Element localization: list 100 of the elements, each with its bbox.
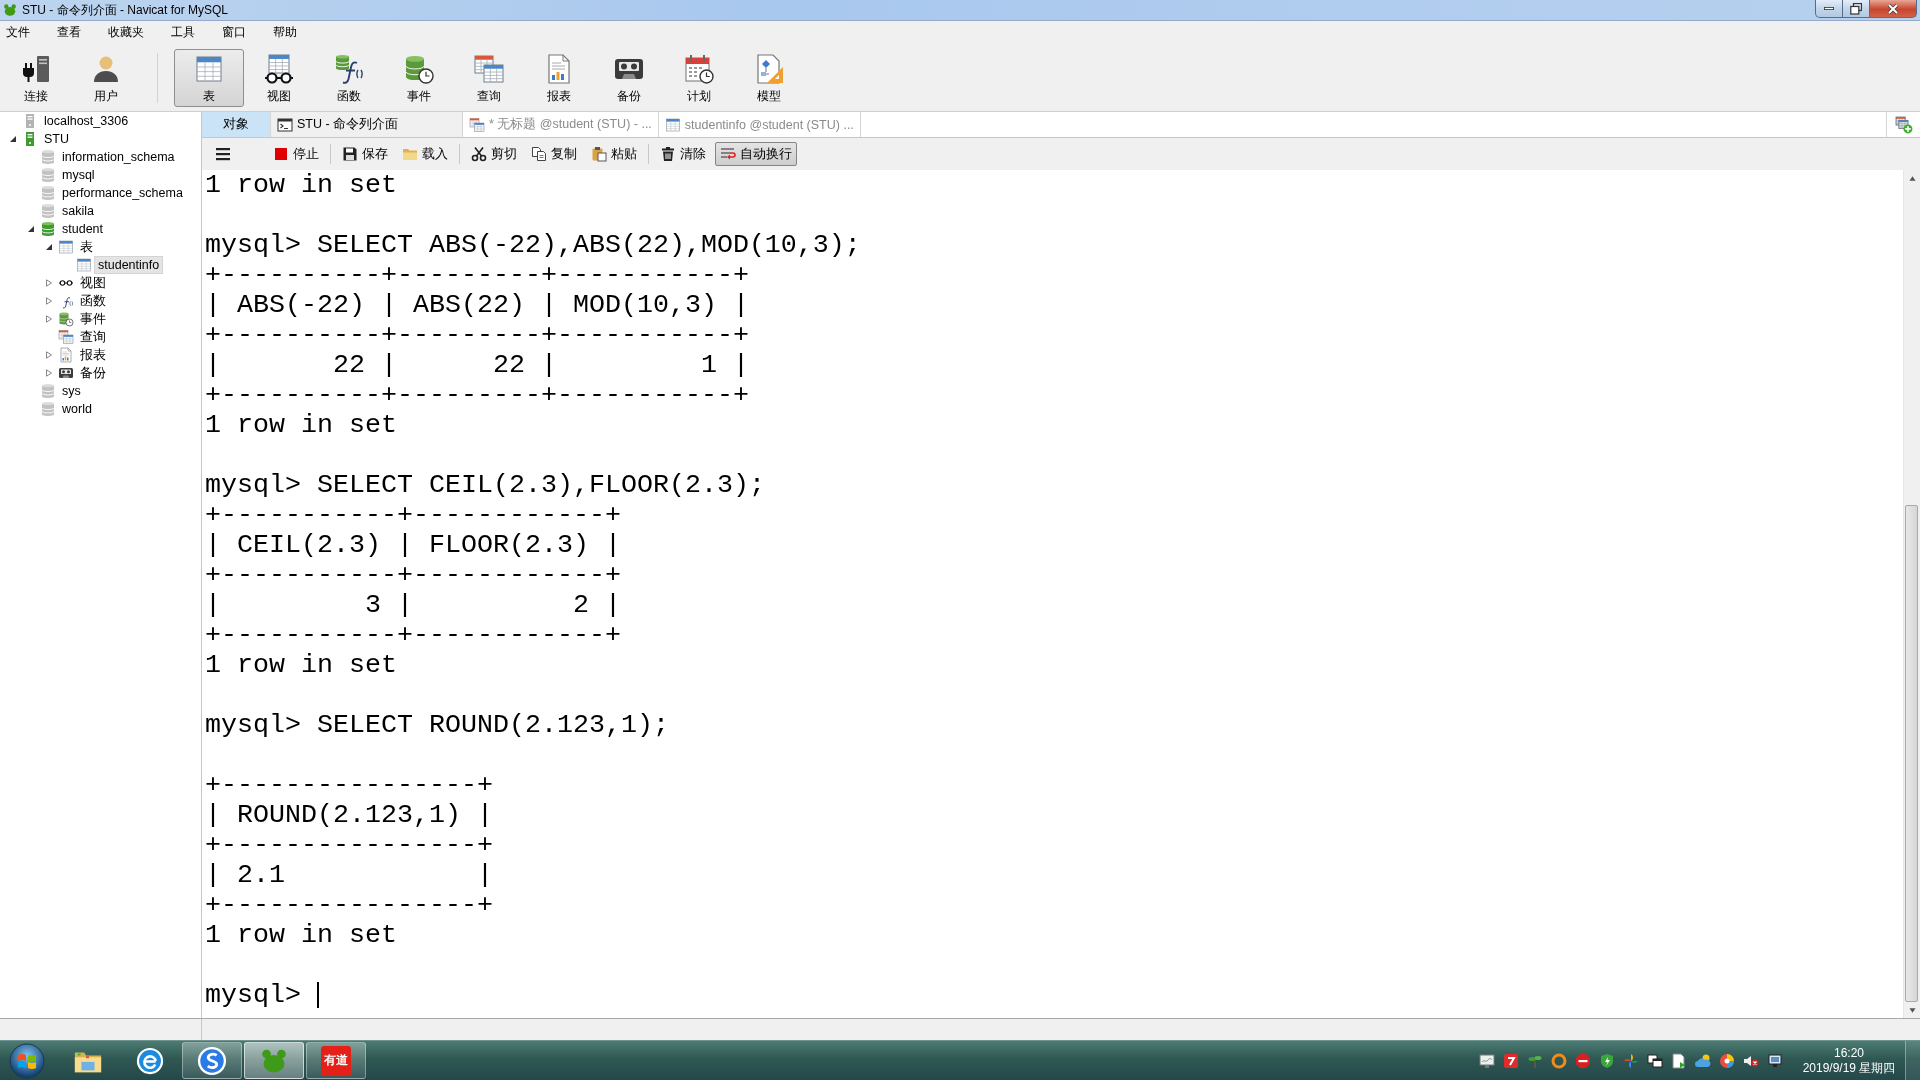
tree-item[interactable]: student	[58, 220, 107, 238]
network-icon[interactable]	[1767, 1052, 1783, 1069]
tree-item[interactable]: 表	[76, 238, 97, 256]
tree-item[interactable]: 备份	[76, 364, 110, 382]
restore-button[interactable]	[1842, 0, 1870, 18]
wrap-lines-icon	[720, 146, 736, 162]
database-function-icon	[333, 52, 365, 85]
tree-item[interactable]: localhost_3306	[40, 112, 133, 130]
cut-button[interactable]: 剪切	[466, 142, 522, 166]
minimize-button[interactable]	[1815, 0, 1843, 18]
tree-item[interactable]: sakila	[58, 202, 98, 220]
tree-item[interactable]: STU	[40, 130, 73, 148]
console-line: | 22 | 22 | 1 |	[205, 350, 749, 380]
view-button[interactable]: 视图	[244, 48, 314, 107]
tree-item[interactable]: mysql	[58, 166, 99, 184]
stop-button[interactable]: 停止	[268, 142, 324, 166]
console-line: 1 row in set	[205, 170, 397, 200]
menu-item[interactable]: 查看	[57, 24, 81, 41]
documents-icon	[531, 146, 547, 162]
console-line: 1 row in set	[205, 410, 397, 440]
chart-document-icon	[58, 347, 74, 363]
trash-icon	[660, 146, 676, 162]
menu-icon	[215, 146, 231, 162]
menu-item[interactable]: 文件	[6, 24, 30, 41]
console-line: | 2.1 |	[205, 860, 493, 890]
paste-button[interactable]: 粘贴	[586, 142, 642, 166]
caret-down-icon	[1908, 1007, 1916, 1014]
tree-item[interactable]: information_schema	[58, 148, 179, 166]
console-line: +----------------+	[205, 770, 493, 800]
stop-sign-icon[interactable]	[1575, 1052, 1591, 1069]
tree-item[interactable]: studentinfo	[94, 256, 164, 274]
folder-icon	[402, 146, 418, 162]
menu-item[interactable]: 帮助	[273, 24, 297, 41]
backup-button[interactable]: 备份	[594, 48, 664, 107]
tab[interactable]: STU - 命令列介面	[271, 112, 463, 137]
wrap-button[interactable]: 自动换行	[715, 142, 797, 166]
console-line: | 3 | 2 |	[205, 590, 621, 620]
e-circle-icon	[136, 1046, 164, 1075]
taskbar-button[interactable]: 有道	[306, 1042, 366, 1079]
user-button[interactable]: 用户	[71, 48, 141, 107]
console-line: | CEIL(2.3) | FLOOR(2.3) |	[205, 530, 621, 560]
tree-item[interactable]: sys	[58, 382, 85, 400]
menu-item[interactable]: 收藏夹	[108, 24, 144, 41]
copy-button[interactable]: 复制	[526, 142, 582, 166]
database-clock-icon	[58, 311, 74, 327]
show-desktop-button[interactable]	[1905, 1041, 1920, 1080]
app-tile-icon[interactable]	[1503, 1052, 1519, 1069]
save-button[interactable]: 保存	[337, 142, 393, 166]
menu-item[interactable]: 窗口	[222, 24, 246, 41]
clock-time: 16:20	[1834, 1045, 1864, 1061]
console-line: +----------+---------+-----------+	[205, 320, 749, 350]
model-button[interactable]: 模型	[734, 48, 804, 107]
schedule-button[interactable]: 计划	[664, 48, 734, 107]
close-button[interactable]	[1869, 0, 1917, 18]
monitor-icon[interactable]	[1479, 1052, 1495, 1069]
cassette-icon	[58, 365, 74, 381]
windows-pair-icon[interactable]	[1647, 1052, 1663, 1069]
ring-icon[interactable]	[1551, 1052, 1567, 1069]
query-button[interactable]: 查询	[454, 48, 524, 107]
load-button[interactable]: 载入	[397, 142, 453, 166]
tree-item[interactable]: 查询	[76, 328, 110, 346]
minimize-icon	[1824, 7, 1834, 10]
shield-icon[interactable]	[1599, 1052, 1615, 1069]
console-line: +----------+---------+-----------+	[205, 260, 749, 290]
tree-item[interactable]: 事件	[76, 310, 110, 328]
vertical-scrollbar[interactable]	[1903, 170, 1920, 1018]
tree-item[interactable]: world	[58, 400, 96, 418]
connection-button[interactable]: 连接	[1, 48, 71, 107]
calendar-clock-icon	[683, 52, 715, 85]
caret-icon[interactable]	[45, 243, 53, 251]
console-line: mysql> SELECT ROUND(2.123,1);	[205, 710, 669, 740]
tree-item[interactable]: 视图	[76, 274, 110, 292]
clipboard-icon	[591, 146, 607, 162]
ball-icon[interactable]	[1719, 1052, 1735, 1069]
menu-item[interactable]: 工具	[171, 24, 195, 41]
clock-date: 2019/9/19 星期四	[1802, 1060, 1896, 1076]
tree-item[interactable]: 报表	[76, 346, 110, 364]
tab[interactable]: 对象	[202, 112, 271, 137]
event-button[interactable]: 事件	[384, 48, 454, 107]
clear-button[interactable]: 清除	[655, 142, 711, 166]
text-cursor	[317, 982, 319, 1008]
report-button[interactable]: 报表	[524, 48, 594, 107]
scrollbar-thumb[interactable]	[1905, 505, 1918, 1002]
orb-icon	[9, 1042, 45, 1079]
caret-icon[interactable]	[27, 225, 35, 233]
document-icon[interactable]	[1671, 1052, 1687, 1069]
tree-item[interactable]: 函数	[76, 292, 110, 310]
cloud-icon[interactable]	[1695, 1052, 1711, 1069]
s-circle-icon	[197, 1045, 227, 1076]
stop-icon	[273, 146, 289, 162]
function-button[interactable]: 函数	[314, 48, 384, 107]
glasses-grid-icon	[263, 52, 295, 85]
pinwheel-icon[interactable]	[1623, 1052, 1639, 1069]
console-line: +----------------+	[205, 890, 493, 920]
console-line: mysql> SELECT CEIL(2.3),FLOOR(2.3);	[205, 470, 765, 500]
console-line: | ROUND(2.123,1) |	[205, 800, 493, 830]
taskbar-button[interactable]	[182, 1042, 242, 1079]
tree-item[interactable]: performance_schema	[58, 184, 187, 202]
table-button[interactable]: 表	[174, 48, 244, 107]
caret-icon[interactable]	[9, 135, 17, 143]
